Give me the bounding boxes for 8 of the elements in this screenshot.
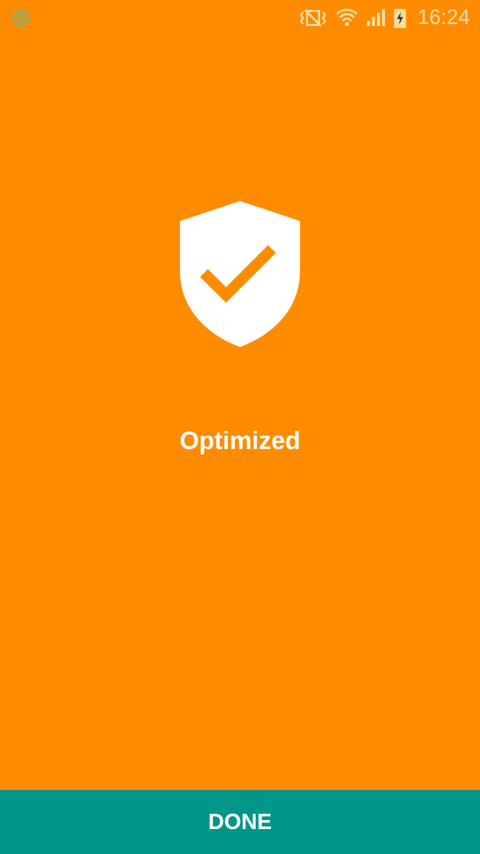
done-button[interactable]: DONE [0, 790, 480, 854]
shield-check-icon [180, 201, 300, 347]
signal-icon [365, 8, 388, 28]
status-title: Optimized [180, 427, 300, 456]
battery-charging-icon [393, 7, 408, 29]
app-notification-icon [10, 7, 32, 29]
clock: 16:24 [417, 6, 470, 30]
wifi-icon [335, 7, 360, 29]
